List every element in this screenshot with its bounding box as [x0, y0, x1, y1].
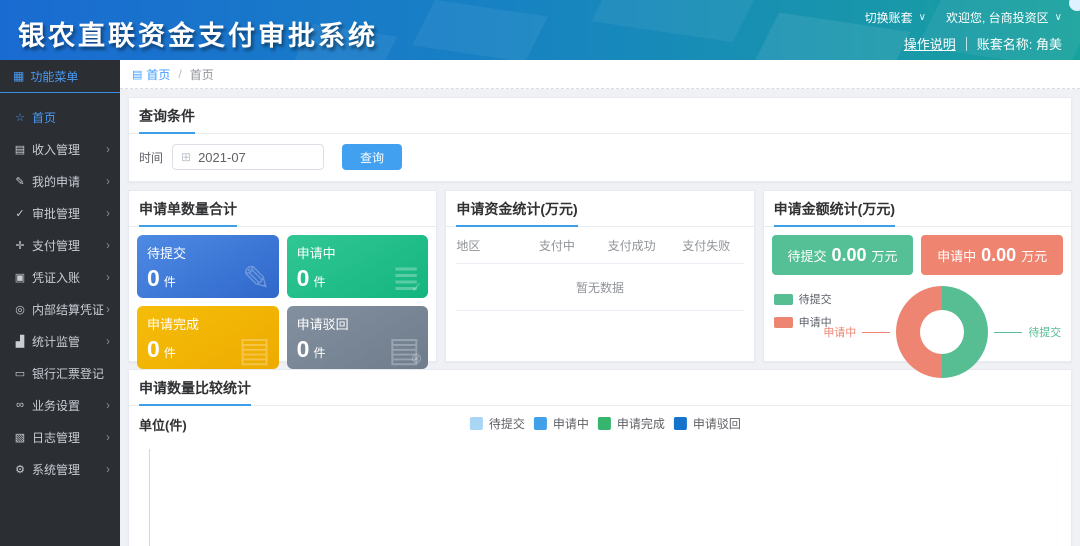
- fund-stats-table: 地区 支付中 支付成功 支付失败 暂无数据: [446, 227, 753, 311]
- divider: [966, 37, 967, 51]
- sidebar-menu-header: ▦ 功能菜单: [0, 60, 120, 93]
- edit-square-icon: ▧: [13, 431, 27, 444]
- amount-stats-title: 申请金额统计(万元): [774, 199, 895, 227]
- star-icon: ☆: [13, 111, 27, 124]
- gear-icon: ⚙: [13, 463, 27, 476]
- stat-card-pending-submit[interactable]: 待提交 0件 ✎: [137, 235, 279, 298]
- account-name-text: 账套名称: 角美: [977, 34, 1062, 53]
- briefcase-icon: ▣: [13, 271, 27, 284]
- sidebar-item-approval-management[interactable]: ✓ 审批管理: [0, 197, 120, 229]
- pending-amount-card[interactable]: 待提交 0.00 万元: [772, 235, 914, 275]
- callout-line: [862, 332, 890, 333]
- sidebar-item-my-applications[interactable]: ✎ 我的申请: [0, 165, 120, 197]
- legend-swatch: [774, 317, 793, 328]
- welcome-text: 欢迎您, 台商投资区: [946, 9, 1049, 26]
- legend-swatch: [598, 417, 611, 430]
- time-label: 时间: [139, 149, 163, 166]
- query-panel: 查询条件 时间 ⊞ 2021-07 查询: [128, 97, 1072, 182]
- app-title: 银农直联资金支付审批系统: [18, 14, 378, 53]
- breadcrumb: ▤ 首页 / 首页: [120, 60, 1080, 89]
- calendar-icon: ⊞: [181, 150, 191, 164]
- app-header: 银农直联资金支付审批系统 切换账套 ∨ 欢迎您, 台商投资区 ∨ 操作说明 账套…: [0, 0, 1080, 60]
- column-header-pay-success: 支付成功: [594, 237, 669, 254]
- legend-item-pending-submit[interactable]: 待提交: [470, 415, 525, 432]
- sidebar-item-payment-management[interactable]: ✛ 支付管理: [0, 229, 120, 261]
- fund-stats-panel: 申请资金统计(万元) 地区 支付中 支付成功 支付失败 暂无数据: [445, 190, 754, 362]
- main-content: ▤ 首页 / 首页 查询条件 时间 ⊞ 2021-07 查询 申: [120, 60, 1080, 546]
- time-date-input[interactable]: ⊞ 2021-07: [172, 144, 324, 170]
- breadcrumb-root[interactable]: 首页: [146, 66, 170, 83]
- comparison-legend: 待提交 申请中 申请完成 申请驳回: [470, 415, 741, 432]
- bar-chart-plot-area: [149, 449, 1057, 546]
- legend-item-rejected[interactable]: 申请驳回: [674, 415, 741, 432]
- sidebar-item-voucher-entry[interactable]: ▣ 凭证入账: [0, 261, 120, 293]
- chevron-down-icon[interactable]: ∨: [919, 12, 926, 23]
- document-icon: ▤: [13, 143, 27, 156]
- amount-donut-chart: 待提交 申请中 申请中 待提交: [772, 283, 1063, 381]
- query-panel-title: 查询条件: [139, 106, 195, 134]
- sidebar-item-business-settings[interactable]: ∞ 业务设置: [0, 389, 120, 421]
- column-header-pay-failed: 支付失败: [669, 237, 744, 254]
- empty-data-text: 暂无数据: [456, 264, 743, 311]
- gear-circle-icon: ◎: [13, 303, 27, 316]
- link-icon: ∞: [13, 399, 27, 411]
- amount-stats-panel: 申请金额统计(万元) 待提交 0.00 万元 申请中 0.00 万元: [763, 190, 1072, 362]
- header-decoration: [412, 0, 548, 60]
- sidebar-item-home[interactable]: ☆ 首页: [0, 101, 120, 133]
- search-button[interactable]: 查询: [342, 144, 402, 170]
- callout-line: [994, 332, 1022, 333]
- time-value: 2021-07: [198, 150, 246, 165]
- column-header-region: 地区: [456, 237, 519, 254]
- donut-callout-applying: 申请中: [823, 324, 856, 340]
- sidebar-item-system-management[interactable]: ⚙ 系统管理: [0, 453, 120, 485]
- switch-account-button[interactable]: 切换账套: [865, 9, 913, 26]
- count-summary-panel: 申请单数量合计 待提交 0件 ✎ 申请中 0件 ≣✓ 申请完成: [128, 190, 437, 362]
- legend-item-in-progress[interactable]: 申请中: [534, 415, 589, 432]
- operation-manual-link[interactable]: 操作说明: [904, 34, 956, 53]
- comparison-panel: 申请数量比较统计 单位(件) 待提交 申请中 申请完成: [128, 369, 1072, 546]
- legend-swatch: [534, 417, 547, 430]
- cross-move-icon: ✛: [13, 239, 27, 252]
- sidebar-item-internal-settlement-voucher[interactable]: ◎ 内部结算凭证: [0, 293, 120, 325]
- grid-menu-icon: ▦: [13, 69, 24, 83]
- legend-swatch: [470, 417, 483, 430]
- count-summary-title: 申请单数量合计: [139, 199, 237, 227]
- sidebar-item-bank-draft-registration[interactable]: ▭ 银行汇票登记: [0, 357, 120, 389]
- sidebar-item-statistics-supervision[interactable]: ▟ 统计监管: [0, 325, 120, 357]
- chevron-down-icon[interactable]: ∨: [1055, 12, 1062, 23]
- stat-card-completed[interactable]: 申请完成 0件 ▤: [137, 306, 279, 369]
- column-header-paying: 支付中: [520, 237, 595, 254]
- sidebar-item-log-management[interactable]: ▧ 日志管理: [0, 421, 120, 453]
- breadcrumb-current: 首页: [190, 66, 214, 83]
- edit-document-icon: ✎: [242, 262, 271, 296]
- legend-swatch: [774, 294, 793, 305]
- donut-ring[interactable]: [896, 286, 988, 378]
- page-icon: ▤: [132, 68, 142, 81]
- card-icon: ▭: [13, 367, 27, 380]
- header-decoration: [592, 0, 759, 42]
- fund-stats-title: 申请资金统计(万元): [456, 199, 577, 227]
- check-icon: ✓: [13, 207, 27, 220]
- legend-swatch: [674, 417, 687, 430]
- stat-card-rejected[interactable]: 申请驳回 0件 ▤⊗: [287, 306, 429, 369]
- stat-card-in-progress[interactable]: 申请中 0件 ≣✓: [287, 235, 429, 298]
- donut-callout-pending: 待提交: [1028, 324, 1061, 340]
- comparison-title: 申请数量比较统计: [139, 378, 251, 406]
- legend-item-completed[interactable]: 申请完成: [598, 415, 665, 432]
- pencil-icon: ✎: [13, 175, 27, 188]
- document-reject-icon: ▤⊗: [388, 333, 420, 367]
- list-check-icon: ≣✓: [392, 262, 421, 296]
- y-axis-unit-label: 单位(件): [139, 418, 187, 433]
- sidebar-item-income-management[interactable]: ▤ 收入管理: [0, 133, 120, 165]
- sidebar: ▦ 功能菜单 ☆ 首页 ▤ 收入管理 ✎ 我的申请 ✓ 审批管理 ✛ 支付管理 …: [0, 60, 120, 546]
- breadcrumb-separator: /: [178, 67, 181, 81]
- applying-amount-card[interactable]: 申请中 0.00 万元: [921, 235, 1063, 275]
- document-icon: ▤: [239, 333, 271, 367]
- bar-chart-icon: ▟: [13, 335, 27, 348]
